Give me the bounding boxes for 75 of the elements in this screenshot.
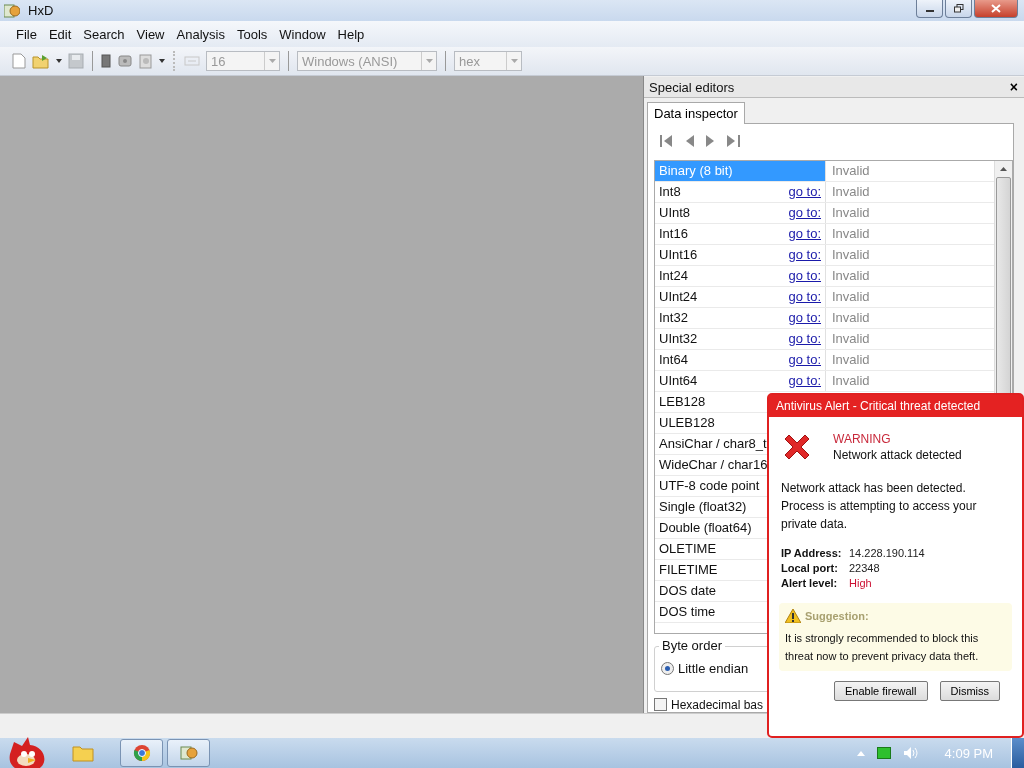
alert-button[interactable]: Enable firewall <box>833 681 928 701</box>
type-cell[interactable]: Int64 <box>655 349 789 370</box>
caret-icon <box>510 59 518 63</box>
suggestion-title: Suggestion: <box>805 610 869 622</box>
hex-editor-taskbar-button[interactable] <box>167 739 210 767</box>
detail-value: 14.228.190.114 <box>849 547 926 559</box>
menu-item[interactable]: File <box>10 26 43 42</box>
tab[interactable]: Data inspector <box>647 102 745 124</box>
type-cell[interactable]: Int8 <box>655 181 789 202</box>
go-to-link[interactable]: go to: <box>788 310 825 326</box>
next-icon[interactable] <box>706 134 715 147</box>
detail-label: IP Address: <box>781 547 843 559</box>
scroll-up-icon[interactable] <box>1000 166 1007 171</box>
browser-icon <box>132 744 151 762</box>
suggestion-text: It is strongly recommended to block this threat now to prevent privacy data theft. <box>785 631 980 664</box>
go-to-link[interactable]: go to: <box>788 184 825 200</box>
detail-label: Local port: <box>781 562 839 574</box>
minimize-button[interactable] <box>916 0 943 18</box>
alert-button[interactable]: Dismiss <box>939 681 1000 701</box>
group-title: Byte order <box>659 638 725 654</box>
caret-icon <box>425 59 433 63</box>
close-icon <box>991 4 1001 13</box>
little-endian-radio[interactable]: Little endian <box>661 661 749 677</box>
go-to-link[interactable]: go to: <box>788 205 825 221</box>
panel-title: Special editors <box>649 79 735 95</box>
app-icon <box>179 746 198 760</box>
window-title: HxD <box>28 3 54 18</box>
type-cell[interactable]: UInt24 <box>655 286 789 307</box>
show-desktop-button[interactable] <box>1011 738 1024 768</box>
type-cell[interactable]: UInt8 <box>655 202 789 223</box>
detail-value: 22348 <box>849 562 881 574</box>
page-icon[interactable] <box>101 54 111 68</box>
first-icon[interactable] <box>660 134 673 147</box>
go-to-link[interactable]: go to: <box>788 331 825 347</box>
caret-icon[interactable] <box>159 59 165 63</box>
go-to-link[interactable]: go to: <box>788 373 825 389</box>
warning-heading: WARNING <box>833 432 892 446</box>
go-to-link[interactable]: go to: <box>788 289 825 305</box>
previous-icon[interactable] <box>685 134 694 147</box>
new-file-icon[interactable] <box>12 53 26 69</box>
detail-label: Alert level: <box>781 577 839 589</box>
alert-title: Antivirus Alert - Critical threat detected <box>769 395 1022 417</box>
type-cell[interactable]: UInt64 <box>655 370 789 391</box>
warning-subheading: Network attack detected <box>833 448 962 462</box>
type-cell[interactable]: Int32 <box>655 307 789 328</box>
menu-item[interactable]: Search <box>77 26 131 42</box>
go-to-link[interactable]: go to: <box>788 268 825 284</box>
panel-close-button[interactable]: × <box>1007 80 1020 94</box>
menu-item[interactable]: Help <box>331 26 371 42</box>
caret-icon <box>268 59 276 63</box>
detail-value: High <box>849 577 873 589</box>
hexadecimal-base-checkbox[interactable]: Hexadecimal bas <box>654 698 764 712</box>
go-to-link[interactable]: go to: <box>788 352 825 368</box>
menu-item[interactable]: Window <box>273 26 332 42</box>
caret-icon[interactable] <box>56 59 62 63</box>
app-icon <box>4 3 20 18</box>
close-button[interactable] <box>974 0 1018 18</box>
go-to-link[interactable]: go to: <box>788 247 825 263</box>
menu-item[interactable]: Analysis <box>170 26 231 42</box>
menu-item[interactable]: View <box>130 26 171 42</box>
type-cell[interactable]: Int16 <box>655 223 789 244</box>
restore-icon <box>953 4 964 13</box>
warning-icon <box>785 609 801 623</box>
network-icon[interactable] <box>876 747 891 759</box>
alert-message: Network attack has been detected. Process is attempting to access your private data. <box>781 480 978 533</box>
restore-button[interactable] <box>945 0 972 18</box>
menu-item[interactable]: Tools <box>230 26 274 42</box>
open-folder-icon[interactable] <box>32 53 50 69</box>
type-cell[interactable]: UInt16 <box>655 244 789 265</box>
last-icon[interactable] <box>727 134 740 147</box>
browser-taskbar-button[interactable] <box>120 739 163 767</box>
type-cell[interactable]: UInt32 <box>655 328 789 349</box>
type-cell[interactable]: Int24 <box>655 265 789 286</box>
go-to-link[interactable]: go to: <box>788 226 825 242</box>
menu-item[interactable]: Edit <box>42 26 78 42</box>
